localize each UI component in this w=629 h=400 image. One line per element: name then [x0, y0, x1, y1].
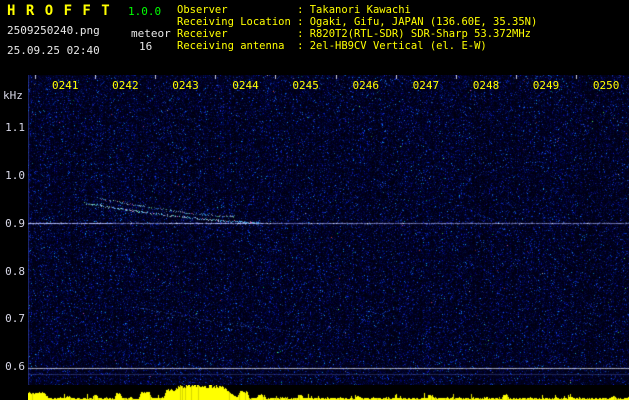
freq-tick-label: 0.8: [5, 264, 25, 278]
spectrogram-canvas: [28, 75, 629, 385]
time-tick-label: 0249: [532, 79, 560, 92]
time-tick-label: 0244: [232, 79, 259, 92]
time-tick-label: 0250: [592, 79, 620, 92]
info-value: : Ogaki, Gifu, JAPAN (136.60E, 35.35N): [297, 16, 538, 28]
observation-datetime: 25.09.25 02:40: [7, 44, 100, 57]
freq-tick-label: 1.1: [5, 121, 25, 135]
info-row: Observer : Takanori Kawachi: [177, 4, 537, 16]
app-title: H R O F F T: [7, 3, 111, 19]
freq-tick-label: 0.7: [5, 312, 25, 326]
signal-level-strip: [28, 385, 629, 400]
info-value: : 2el-HB9CV Vertical (el. E-W): [297, 40, 487, 52]
freq-tick-label: 0.9: [5, 216, 25, 230]
output-filename: 2509250240.png: [7, 24, 100, 37]
info-label: Receiving Location: [177, 16, 291, 28]
time-tick-label: 0242: [112, 79, 139, 92]
echo-count: 16: [139, 40, 153, 53]
time-tick-label: 0247: [412, 79, 440, 92]
observation-mode-label: meteor: [131, 27, 171, 40]
time-tick-label: 0241: [52, 79, 79, 92]
time-tick-label: 0243: [172, 79, 199, 92]
info-value: : Takanori Kawachi: [297, 4, 411, 16]
time-tick-label: 0245: [292, 79, 319, 92]
freq-tick-label: 0.6: [5, 359, 25, 373]
app-version: 1.0.0: [128, 5, 162, 18]
info-row: Receiving Location : Ogaki, Gifu, JAPAN (…: [177, 16, 537, 28]
time-tick-label: 0248: [472, 79, 500, 92]
info-label: Observer: [177, 4, 228, 16]
info-label: Receiver: [177, 28, 228, 40]
observer-info-block: Observer: Takanori Kawachi Receiving Loca…: [177, 4, 537, 52]
info-value: : R820T2(RTL-SDR) SDR-Sharp 53.372MHz: [297, 28, 531, 40]
y-axis-unit-label: kHz: [3, 89, 23, 102]
hrofft-output-screen: H R O F F T 1.0.0 2509250240.png meteor …: [0, 0, 629, 400]
info-label: Receiving antenna: [177, 40, 285, 52]
time-tick-label: 0246: [352, 79, 380, 92]
info-row: Receiving antenna : 2el-HB9CV Vertical (e…: [177, 40, 537, 52]
freq-tick-label: 1.0: [5, 169, 25, 183]
info-row: Receiver : R820T2(RTL-SDR) SDR-Sharp 53.3…: [177, 28, 537, 40]
